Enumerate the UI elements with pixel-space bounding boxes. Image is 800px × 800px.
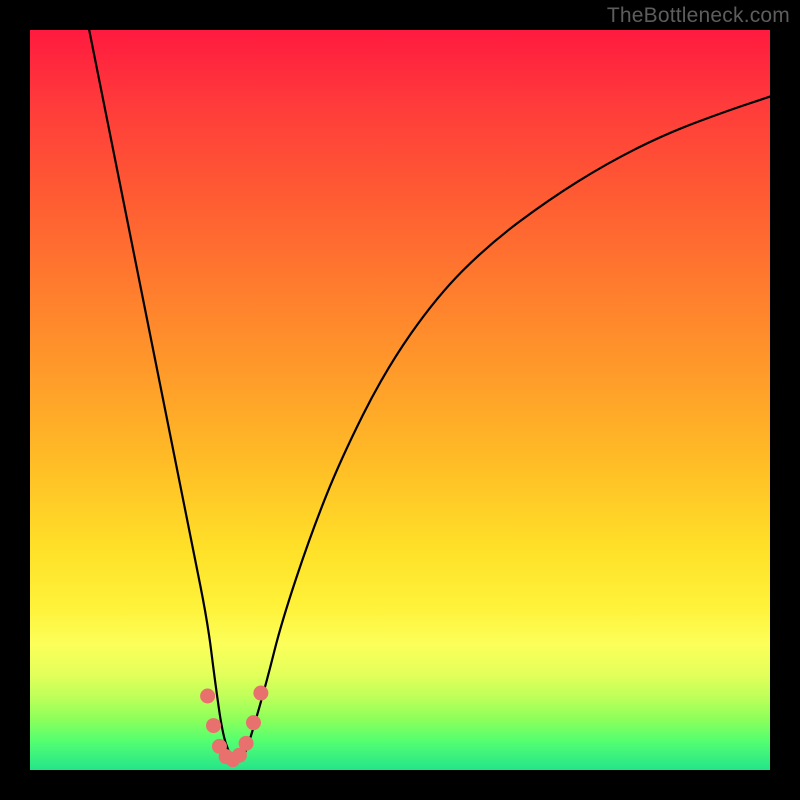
bottleneck-curve [89,30,770,761]
plot-area [30,30,770,770]
highlight-marker [246,715,261,730]
highlight-marker [253,686,268,701]
chart-frame: TheBottleneck.com [0,0,800,800]
highlight-marker [239,736,254,751]
highlight-marker [206,718,221,733]
watermark-text: TheBottleneck.com [607,4,790,28]
highlight-marker [200,689,215,704]
highlight-markers [200,686,268,768]
chart-svg [30,30,770,770]
